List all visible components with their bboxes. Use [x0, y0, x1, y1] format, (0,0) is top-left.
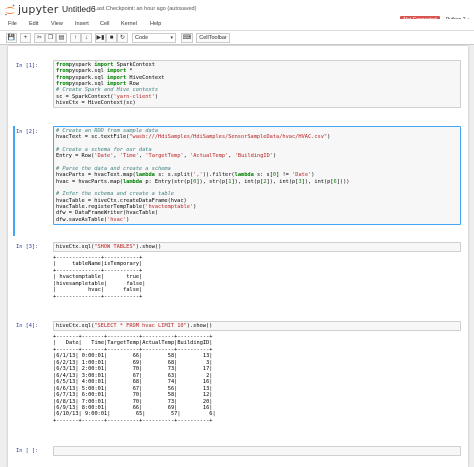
menu-bar: File Edit View Insert Cell Kernel Help: [0, 19, 474, 31]
menu-view[interactable]: View: [51, 21, 63, 27]
cut-icon[interactable]: ✂: [34, 33, 45, 43]
run-icon[interactable]: ▶▮: [95, 33, 106, 43]
notebook-container: In [1]: frompyspark import SparkContext f…: [8, 46, 468, 467]
notebook-title[interactable]: Untitled6: [62, 4, 96, 14]
paste-icon[interactable]: ▤: [56, 33, 67, 43]
menu-cell[interactable]: Cell: [100, 21, 109, 27]
code-input[interactable]: hiveCtx.sql("SELECT * FROM hvac LIMIT 10…: [53, 321, 461, 332]
menu-kernel[interactable]: Kernel: [121, 21, 137, 27]
code-text: frompyspark import SparkContext frompyspa…: [56, 62, 458, 106]
selected-cell-indicator: [13, 126, 15, 236]
plus-icon[interactable]: +: [20, 33, 31, 43]
chevron-down-icon: ▾: [170, 35, 173, 41]
jupyter-logo[interactable]: jupyter: [4, 2, 59, 17]
code-text: hiveCtx.sql("SELECT * FROM hvac LIMIT 10…: [56, 323, 458, 329]
code-line: hiveCtx = HiveContext(sc): [56, 100, 136, 107]
menu-edit[interactable]: Edit: [29, 21, 38, 27]
code-input[interactable]: frompyspark import SparkContext frompyspa…: [53, 60, 461, 109]
code-text: hiveCtx.sql("SHOW TABLES").show(): [56, 244, 458, 250]
menu-help[interactable]: Help: [150, 21, 161, 27]
input-prompt: In [2]:: [16, 129, 39, 135]
input-prompt: In [4]:: [16, 323, 39, 329]
logo-text: jupyter: [18, 3, 59, 16]
move-up-icon[interactable]: ↑: [70, 33, 81, 43]
menu-insert[interactable]: Insert: [75, 21, 89, 27]
code-line: hiveCtx.sql("SHOW TABLES").show(): [56, 244, 162, 250]
cell-output: +--------------+-----------+ | tableName…: [53, 255, 146, 300]
input-prompt: In [1]:: [16, 63, 39, 69]
header: jupyter Untitled6 Last Checkpoint: an ho…: [0, 0, 474, 25]
code-input[interactable]: hiveCtx.sql("SHOW TABLES").show(): [53, 242, 461, 253]
cell-type-select[interactable]: Code ▾: [132, 33, 176, 43]
input-prompt: In [3]:: [16, 244, 39, 250]
jupyter-logo-icon: [4, 4, 16, 16]
celltoolbar-button[interactable]: CellToolbar: [196, 33, 230, 43]
input-prompt: In [ ]:: [16, 448, 39, 454]
checkpoint-status: Last Checkpoint: an hour ago (autosaved): [94, 6, 197, 12]
restart-icon[interactable]: ↻: [117, 33, 128, 43]
code-text: # Create an RDD from sample data hvacText…: [56, 128, 458, 223]
menu-file[interactable]: File: [8, 21, 17, 27]
copy-icon[interactable]: ❐: [45, 33, 56, 43]
toolbar: 💾 + ✂ ❐ ▤ ↑ ↓ ▶▮ ■ ↻ Code ▾ ⌨ CellToolba…: [0, 31, 474, 45]
code-line: hiveCtx.sql("SELECT * FROM hvac LIMIT 10…: [56, 323, 213, 329]
stop-icon[interactable]: ■: [106, 33, 117, 43]
move-down-icon[interactable]: ↓: [81, 33, 92, 43]
save-icon[interactable]: 💾: [6, 33, 17, 43]
keyboard-icon[interactable]: ⌨: [181, 33, 193, 43]
code-line: dfw.saveAsTable('hvac'): [56, 216, 130, 223]
code-input[interactable]: [53, 446, 461, 456]
cell-type-value: Code: [135, 35, 149, 41]
code-input[interactable]: # Create an RDD from sample data hvacText…: [53, 126, 461, 226]
cell-output: +-------+-------+----------+----------+-…: [53, 334, 216, 424]
